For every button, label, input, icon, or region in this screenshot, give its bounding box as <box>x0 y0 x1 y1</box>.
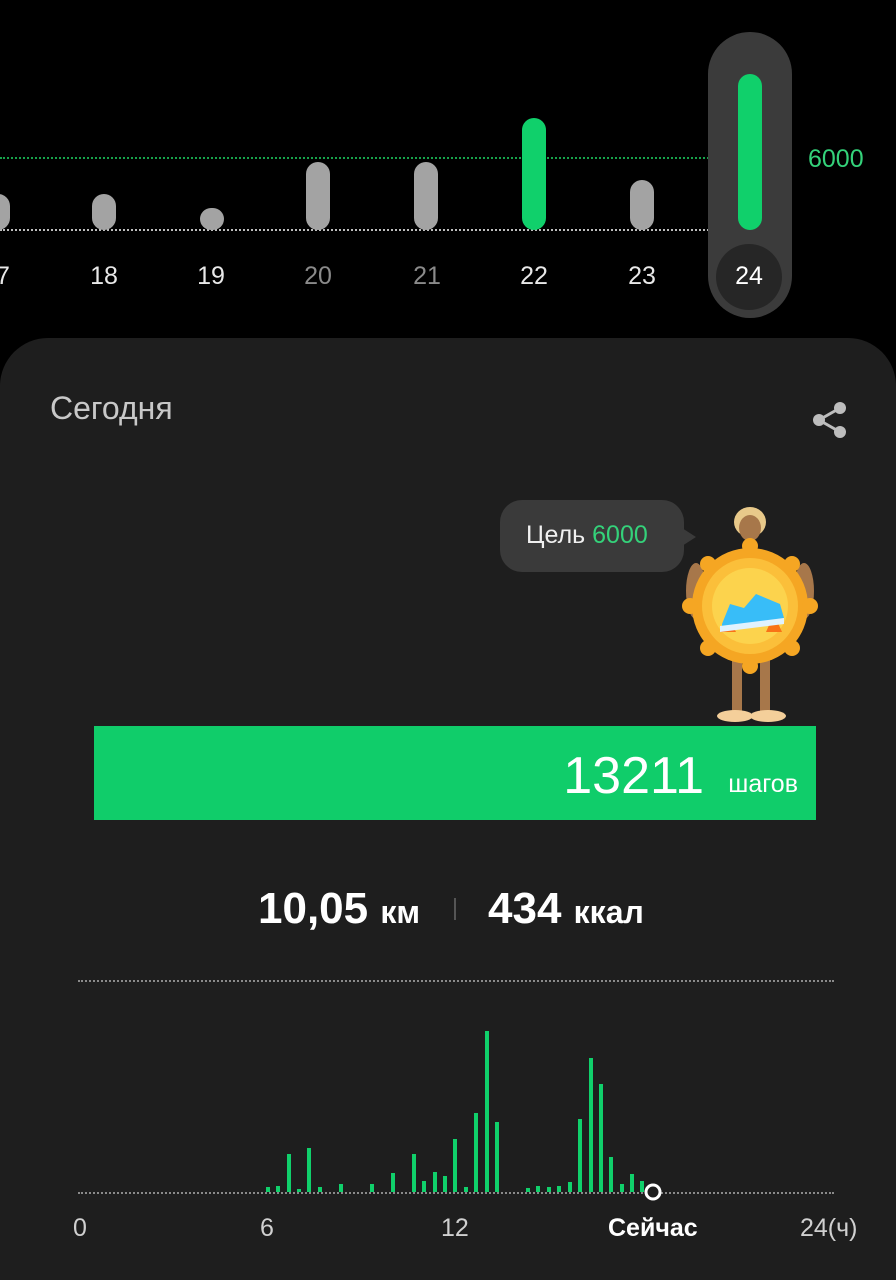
hour-bar <box>391 1173 395 1192</box>
hour-bar <box>568 1182 572 1192</box>
day-bar-18[interactable] <box>92 194 116 230</box>
hour-bar <box>370 1184 374 1192</box>
day-label-20: 20 <box>304 262 332 290</box>
weekly-steps-chart[interactable]: 17 18 19 20 21 22 23 24 6000 <box>0 0 896 340</box>
hour-bar <box>609 1157 613 1192</box>
hour-bar <box>422 1181 426 1192</box>
day-label-23: 23 <box>628 262 656 290</box>
hourly-baseline <box>78 1192 834 1194</box>
hour-bar <box>453 1139 457 1192</box>
day-bar-21[interactable] <box>414 162 438 230</box>
stats-divider <box>454 898 456 920</box>
mascot-badge-icon <box>682 507 818 722</box>
hour-bar <box>485 1031 489 1192</box>
hour-axis-label-24: 24(ч) <box>800 1214 858 1242</box>
hour-bar <box>307 1148 311 1192</box>
calories-value: 434 <box>488 884 562 933</box>
hour-bar <box>630 1174 634 1192</box>
goal-line <box>0 157 712 159</box>
hour-bar <box>287 1154 291 1192</box>
day-bar-24[interactable] <box>738 74 762 230</box>
day-bar-22[interactable] <box>522 118 546 230</box>
hour-axis-label-0: 0 <box>73 1214 87 1242</box>
calories-stat: 434 ккал <box>488 884 644 934</box>
goal-bubble-label: Цель <box>526 521 586 549</box>
day-bar-23[interactable] <box>630 180 654 230</box>
day-label-21: 21 <box>413 262 441 290</box>
hour-axis-label-12: 12 <box>441 1214 469 1242</box>
day-label-22: 22 <box>520 262 548 290</box>
day-label-18: 18 <box>90 262 118 290</box>
page-title: Сегодня <box>50 390 173 426</box>
day-bar-19[interactable] <box>200 208 224 230</box>
hour-bar <box>495 1122 499 1192</box>
distance-value: 10,05 <box>258 884 369 933</box>
hour-bar <box>620 1184 624 1192</box>
hour-bar <box>640 1181 644 1192</box>
goal-value-label: 6000 <box>808 145 864 173</box>
distance-unit: км <box>380 894 421 930</box>
hour-bar <box>589 1058 593 1192</box>
hour-bar <box>412 1154 416 1192</box>
hourly-top-line <box>78 980 834 982</box>
hour-bar <box>599 1084 603 1192</box>
steps-progress-bar: 13211 шагов <box>94 726 816 820</box>
day-label-19: 19 <box>197 262 225 290</box>
hour-bar <box>339 1184 343 1192</box>
hour-axis-label-6: 6 <box>260 1214 274 1242</box>
distance-stat: 10,05 км <box>258 884 420 934</box>
hour-bar <box>433 1172 437 1192</box>
day-label-17: 17 <box>0 262 10 290</box>
stats-row: 10,05 км 434 ккал <box>0 884 896 934</box>
steps-count: 13211 <box>563 747 704 805</box>
hour-bar <box>474 1113 478 1192</box>
calories-unit: ккал <box>573 894 644 930</box>
day-bar-17[interactable] <box>0 194 10 230</box>
goal-bubble-value: 6000 <box>592 521 648 549</box>
hour-bar <box>443 1176 447 1192</box>
hour-bar <box>578 1119 582 1192</box>
today-card: Сегодня Цель 6000 13211 шагов 10,05 км 4… <box>0 338 896 1280</box>
day-bar-20[interactable] <box>306 162 330 230</box>
steps-unit: шагов <box>728 770 798 798</box>
now-label: Сейчас <box>608 1214 698 1242</box>
day-label-24: 24 <box>735 262 763 290</box>
share-icon[interactable] <box>810 400 850 440</box>
goal-bubble: Цель 6000 <box>500 500 696 572</box>
